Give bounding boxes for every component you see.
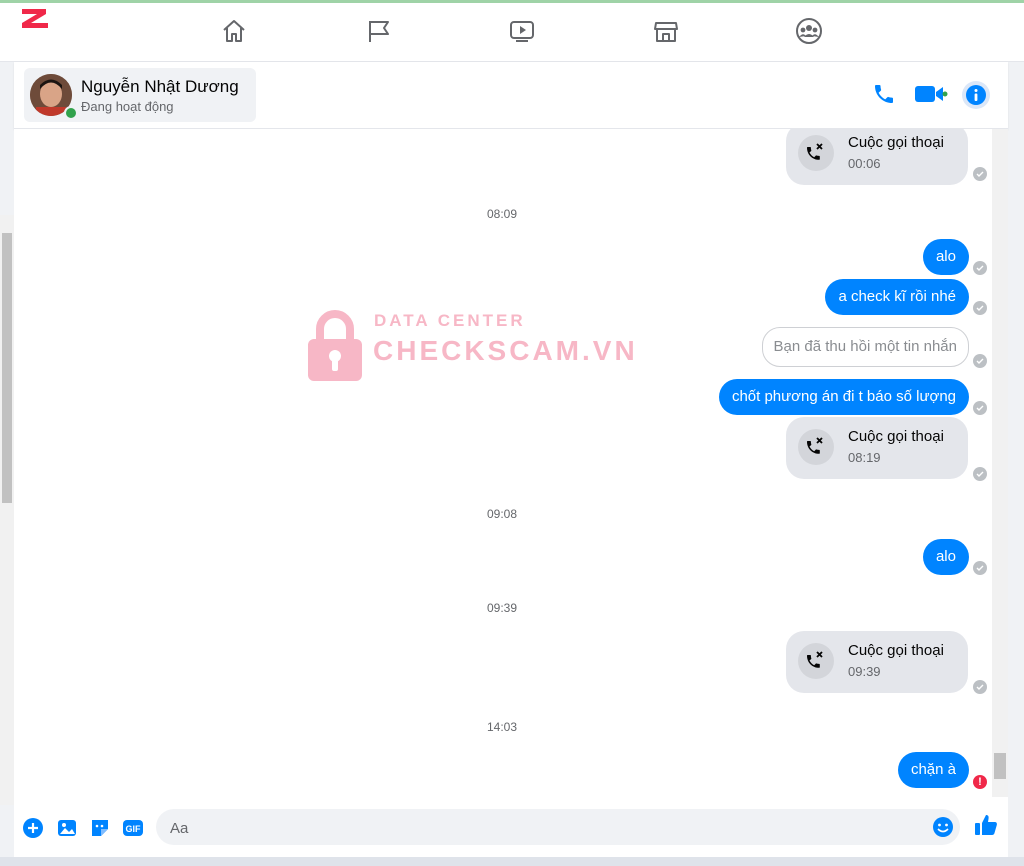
call-duration: 09:39 <box>848 664 881 679</box>
svg-text:GIF: GIF <box>126 824 142 834</box>
recalled-message[interactable]: Bạn đã thu hồi một tin nhắn <box>761 327 969 367</box>
chat-window: Nguyễn Nhật Dương Đang hoạt động Cuộc gọ… <box>14 62 1008 857</box>
missed-call-icon <box>798 429 834 465</box>
missed-call-icon <box>798 643 834 679</box>
chat-scrollbar-thumb[interactable] <box>994 753 1006 779</box>
sticker-icon[interactable] <box>89 817 111 839</box>
call-title: Cuộc gọi thoại <box>848 642 944 659</box>
sent-check-icon <box>973 167 987 181</box>
top-navigation-bar <box>0 3 1024 62</box>
page-scrollbar-thumb[interactable] <box>2 233 12 503</box>
sent-message[interactable]: chốt phương án đi t báo số lượng <box>718 379 969 415</box>
call-duration: 00:06 <box>848 156 881 171</box>
video-play-icon[interactable] <box>508 17 536 45</box>
contact-status: Đang hoạt động <box>81 99 174 114</box>
error-icon[interactable]: ! <box>973 775 987 789</box>
video-camera-icon[interactable] <box>914 82 948 106</box>
image-icon[interactable] <box>56 817 78 839</box>
timestamp: 08:09 <box>486 207 518 221</box>
call-title: Cuộc gọi thoại <box>848 428 944 445</box>
contact-name: Nguyễn Nhật Dương <box>81 77 239 96</box>
online-status-dot <box>64 106 78 120</box>
like-icon[interactable] <box>974 813 998 837</box>
message-input-box[interactable] <box>156 809 960 847</box>
info-icon[interactable] <box>962 81 990 109</box>
marketplace-icon[interactable] <box>652 17 680 45</box>
sent-check-icon <box>973 467 987 481</box>
missed-call-icon <box>798 135 834 171</box>
watermark-title: CHECKSCAM.VN <box>373 335 638 366</box>
watermark: DATA CENTER CHECKSCAM.VN <box>306 305 646 385</box>
sent-check-icon <box>973 561 987 575</box>
message-input[interactable] <box>168 809 912 847</box>
lock-icon <box>308 310 362 381</box>
sent-message[interactable]: a check kĩ rồi nhé <box>825 279 969 315</box>
message-list[interactable]: Cuộc gọi thoại 00:06 08:09 alo a check k… <box>14 129 994 797</box>
sent-check-icon <box>973 261 987 275</box>
groups-icon[interactable] <box>795 17 823 45</box>
contact-card[interactable]: Nguyễn Nhật Dương Đang hoạt động <box>24 68 256 122</box>
timestamp: 09:08 <box>486 507 518 521</box>
plus-icon[interactable] <box>22 817 44 839</box>
page-scrollbar[interactable] <box>0 215 14 805</box>
call-bubble[interactable]: Cuộc gọi thoại 09:39 <box>786 631 968 693</box>
call-duration: 08:19 <box>848 450 881 465</box>
timestamp: 14:03 <box>486 720 518 734</box>
watermark-subtitle: DATA CENTER <box>374 311 526 330</box>
chat-header: Nguyễn Nhật Dương Đang hoạt động <box>14 62 1008 129</box>
phone-icon[interactable] <box>872 82 896 106</box>
sent-check-icon <box>973 680 987 694</box>
app-logo-icon[interactable] <box>20 6 50 30</box>
message-composer: GIF <box>14 797 1008 857</box>
sent-message[interactable]: chặn à <box>897 752 969 788</box>
gif-icon[interactable]: GIF <box>122 817 144 839</box>
call-bubble[interactable]: Cuộc gọi thoại 08:19 <box>786 417 968 479</box>
window-bottom-bar <box>0 857 1024 866</box>
page-background-right <box>1008 62 1024 866</box>
sent-check-icon <box>973 301 987 315</box>
emoji-icon[interactable] <box>932 816 954 838</box>
sent-check-icon <box>973 401 987 415</box>
chat-scrollbar[interactable] <box>992 129 1008 797</box>
call-title: Cuộc gọi thoại <box>848 134 944 151</box>
sent-message[interactable]: alo <box>922 539 969 575</box>
timestamp: 09:39 <box>486 601 518 615</box>
home-icon[interactable] <box>220 17 248 45</box>
call-bubble[interactable]: Cuộc gọi thoại 00:06 <box>786 129 968 185</box>
sent-message[interactable]: alo <box>922 239 969 275</box>
flag-icon[interactable] <box>365 17 393 45</box>
sent-check-icon <box>973 354 987 368</box>
